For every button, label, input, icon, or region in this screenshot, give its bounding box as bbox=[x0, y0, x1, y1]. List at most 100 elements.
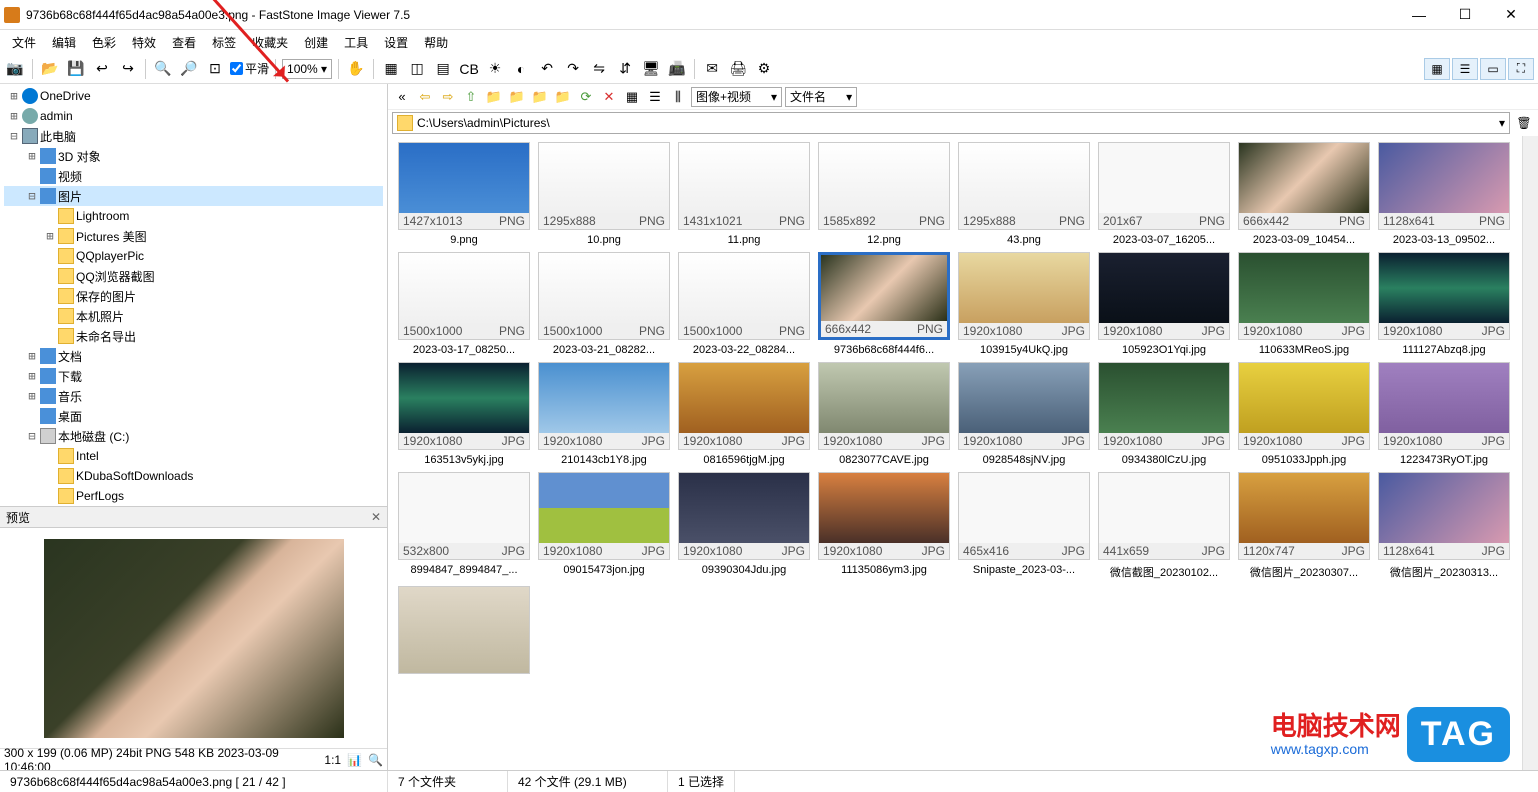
thumbnail-item[interactable]: 1427x1013PNG9.png bbox=[398, 142, 530, 246]
fav4-icon[interactable]: 📁 bbox=[553, 87, 573, 107]
trash-icon[interactable]: 🗑 bbox=[1514, 113, 1534, 133]
thumbnail-item[interactable]: 1128x641PNG2023-03-13_09502... bbox=[1378, 142, 1510, 246]
thumbnail-item[interactable]: 1500x1000PNG2023-03-22_08284... bbox=[678, 252, 810, 356]
thumbnail-item[interactable]: 1920x1080JPG11135086ym3.jpg bbox=[818, 472, 950, 580]
thumbnail-item[interactable]: 1920x1080JPG0823077CAVE.jpg bbox=[818, 362, 950, 466]
flip-v-icon[interactable]: ⇵ bbox=[614, 58, 636, 80]
thumbnail-item[interactable]: 1920x1080JPG103915y4UkQ.jpg bbox=[958, 252, 1090, 356]
thumbnail-item[interactable]: 1431x1021PNG11.png bbox=[678, 142, 810, 246]
thumbnail-item[interactable]: 201x67PNG2023-03-07_16205... bbox=[1098, 142, 1230, 246]
tree-item[interactable]: Lightroom bbox=[4, 206, 383, 226]
tree-item[interactable]: ⊞Pictures 美图 bbox=[4, 226, 383, 246]
tree-item[interactable]: ⊟此电脑 bbox=[4, 126, 383, 146]
view-details-button[interactable]: ☰ bbox=[1452, 58, 1478, 80]
wallpaper-icon[interactable]: 🖥 bbox=[640, 58, 662, 80]
tree-item[interactable]: ⊞下载 bbox=[4, 366, 383, 386]
email-icon[interactable]: ✉ bbox=[701, 58, 723, 80]
thumbnail-item[interactable]: 1585x892PNG12.png bbox=[818, 142, 950, 246]
zoom-out-icon[interactable]: 🔎 bbox=[178, 58, 200, 80]
thumbnail-item[interactable]: 1920x1080JPG0816596tjgM.jpg bbox=[678, 362, 810, 466]
tree-item[interactable]: QQ浏览器截图 bbox=[4, 266, 383, 286]
preview-close-icon[interactable]: ✕ bbox=[371, 510, 381, 524]
thumbnail-item[interactable]: 1920x1080JPG09015473jon.jpg bbox=[538, 472, 670, 580]
thumbnail-item[interactable]: 1920x1080JPG1223473RyOT.jpg bbox=[1378, 362, 1510, 466]
menu-2[interactable]: 色彩 bbox=[84, 32, 124, 53]
nav-forward-icon[interactable]: ⇨ bbox=[438, 87, 458, 107]
menu-4[interactable]: 查看 bbox=[164, 32, 204, 53]
tree-item[interactable]: ⊞3D 对象 bbox=[4, 146, 383, 166]
tree-item[interactable]: ⊞音乐 bbox=[4, 386, 383, 406]
thumbnail-item[interactable]: 1920x1080JPG105923O1Yqi.jpg bbox=[1098, 252, 1230, 356]
menu-5[interactable]: 标签 bbox=[204, 32, 244, 53]
tree-item[interactable]: 视频 bbox=[4, 166, 383, 186]
menu-10[interactable]: 帮助 bbox=[416, 32, 456, 53]
tree-item[interactable]: 桌面 bbox=[4, 406, 383, 426]
thumbnail-item[interactable]: 1500x1000PNG2023-03-17_08250... bbox=[398, 252, 530, 356]
tree-item[interactable]: 保存的图片 bbox=[4, 286, 383, 306]
preview-image[interactable] bbox=[0, 528, 387, 748]
maximize-button[interactable]: ☐ bbox=[1442, 1, 1488, 29]
thumbnail-item[interactable] bbox=[398, 586, 530, 674]
slideshow-icon[interactable]: ▦ bbox=[380, 58, 402, 80]
tree-item[interactable]: KDubaSoftDownloads bbox=[4, 466, 383, 486]
tree-item[interactable]: 本机照片 bbox=[4, 306, 383, 326]
delete-icon[interactable]: ✕ bbox=[599, 87, 619, 107]
tree-item[interactable]: ⊞文档 bbox=[4, 346, 383, 366]
thumbnail-item[interactable]: 1920x1080JPG09390304Jdu.jpg bbox=[678, 472, 810, 580]
thumbnail-item[interactable]: 1920x1080JPG0934380lCzU.jpg bbox=[1098, 362, 1230, 466]
adjust-icon[interactable]: ◐ bbox=[510, 58, 532, 80]
menu-9[interactable]: 设置 bbox=[376, 32, 416, 53]
open-icon[interactable]: 📂 bbox=[39, 58, 61, 80]
redo-icon[interactable]: ↪ bbox=[117, 58, 139, 80]
batch-icon[interactable]: ▤ bbox=[432, 58, 454, 80]
rotate-right-icon[interactable]: ↷ bbox=[562, 58, 584, 80]
tree-item[interactable]: QQplayerPic bbox=[4, 246, 383, 266]
flip-h-icon[interactable]: ⇋ bbox=[588, 58, 610, 80]
tree-item[interactable]: 未命名导出 bbox=[4, 326, 383, 346]
smooth-checkbox[interactable]: 平滑 bbox=[230, 60, 269, 77]
thumbnail-item[interactable]: 1920x1080JPG163513v5ykj.jpg bbox=[398, 362, 530, 466]
thumbnail-item[interactable]: 1295x888PNG43.png bbox=[958, 142, 1090, 246]
minimize-button[interactable]: — bbox=[1396, 1, 1442, 29]
tree-item[interactable]: Intel bbox=[4, 446, 383, 466]
menu-7[interactable]: 创建 bbox=[296, 32, 336, 53]
acquire-icon[interactable]: 📷 bbox=[4, 58, 26, 80]
thumbnail-item[interactable]: 1295x888PNG10.png bbox=[538, 142, 670, 246]
jpeg-icon[interactable]: CB bbox=[458, 58, 480, 80]
close-button[interactable]: ✕ bbox=[1488, 1, 1534, 29]
thumbnail-item[interactable]: 1500x1000PNG2023-03-21_08282... bbox=[538, 252, 670, 356]
tree-item[interactable]: PerfLogs bbox=[4, 486, 383, 506]
undo-icon[interactable]: ↩ bbox=[91, 58, 113, 80]
compare-icon[interactable]: ◫ bbox=[406, 58, 428, 80]
thumbnail-item[interactable]: 1920x1080JPG210143cb1Y8.jpg bbox=[538, 362, 670, 466]
effects-icon[interactable]: ☀ bbox=[484, 58, 506, 80]
menu-0[interactable]: 文件 bbox=[4, 32, 44, 53]
vertical-scrollbar[interactable] bbox=[1522, 136, 1538, 770]
thumbnail-item[interactable]: 532x800JPG8994847_8994847_... bbox=[398, 472, 530, 580]
thumbnail-item[interactable]: 666x442PNG9736b68c68f444f6... bbox=[818, 252, 950, 356]
thumbnail-item[interactable]: 465x416JPGSnipaste_2023-03-... bbox=[958, 472, 1090, 580]
histogram-icon[interactable]: 📊 bbox=[347, 753, 362, 767]
thumbnail-item[interactable]: 1920x1080JPG0951033Jpph.jpg bbox=[1238, 362, 1370, 466]
thumbnail-item[interactable]: 1120x747JPG微信图片_20230307... bbox=[1238, 472, 1370, 580]
magnifier-icon[interactable]: 🔍 bbox=[368, 753, 383, 767]
settings-icon[interactable]: ⚙ bbox=[753, 58, 775, 80]
tree-item[interactable]: ⊞OneDrive bbox=[4, 86, 383, 106]
view-fullscreen-button[interactable]: ⛶ bbox=[1508, 58, 1534, 80]
print-icon[interactable]: 🖨 bbox=[727, 58, 749, 80]
view-single-button[interactable]: ▭ bbox=[1480, 58, 1506, 80]
thumbnail-item[interactable]: 666x442PNG2023-03-09_10454... bbox=[1238, 142, 1370, 246]
path-input[interactable]: C:\Users\admin\Pictures\ ▾ bbox=[392, 112, 1510, 134]
thumbnail-item[interactable]: 1920x1080JPG0928548sjNV.jpg bbox=[958, 362, 1090, 466]
thumbnail-area[interactable]: 1427x1013PNG9.png1295x888PNG10.png1431x1… bbox=[388, 136, 1522, 770]
rotate-left-icon[interactable]: ↶ bbox=[536, 58, 558, 80]
save-icon[interactable]: 💾 bbox=[65, 58, 87, 80]
nav-up-icon[interactable]: ⇧ bbox=[461, 87, 481, 107]
sort-select[interactable]: 文件名▾ bbox=[785, 87, 857, 107]
nav-back-icon[interactable]: ⇦ bbox=[415, 87, 435, 107]
fav1-icon[interactable]: 📁 bbox=[484, 87, 504, 107]
tree-item[interactable]: ⊟图片 bbox=[4, 186, 383, 206]
scan-icon[interactable]: 📠 bbox=[666, 58, 688, 80]
tree-item[interactable]: ⊞admin bbox=[4, 106, 383, 126]
thumbnail-item[interactable]: 441x659JPG微信截图_20230102... bbox=[1098, 472, 1230, 580]
